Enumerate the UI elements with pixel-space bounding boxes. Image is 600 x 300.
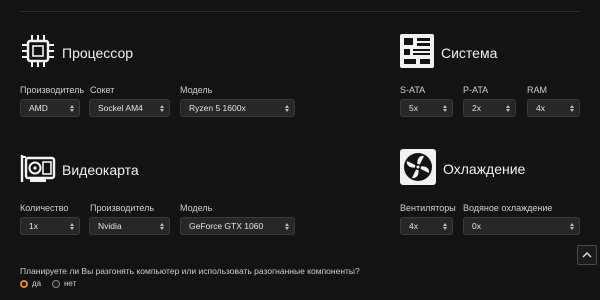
select-arrows-icon xyxy=(69,221,75,232)
cooling-fans-select[interactable]: 4x xyxy=(400,217,453,235)
select-arrows-icon xyxy=(159,221,165,232)
top-divider xyxy=(20,11,580,12)
system-ram-select[interactable]: 4x xyxy=(527,99,580,117)
system-sata-select[interactable]: 5x xyxy=(400,99,453,117)
cooling-title: Охлаждение xyxy=(443,160,526,177)
system-sata-label: S-ATA xyxy=(400,85,426,95)
system-pata-label: P-ATA xyxy=(463,85,489,95)
select-arrows-icon xyxy=(159,103,165,114)
processor-model-value: Ryzen 5 1600x xyxy=(189,103,246,113)
processor-socket-select[interactable]: Sockel AM4 xyxy=(89,99,170,117)
videocard-count-value: 1x xyxy=(29,221,38,231)
scroll-to-top-button[interactable] xyxy=(577,245,597,265)
overclock-no-option[interactable]: нет xyxy=(52,279,76,288)
processor-manufacturer-select[interactable]: AMD xyxy=(20,99,80,117)
select-arrows-icon xyxy=(442,221,448,232)
select-arrows-icon xyxy=(284,221,290,232)
cooling-section-title: Охлаждение xyxy=(399,148,525,189)
select-arrows-icon xyxy=(505,103,511,114)
processor-manufacturer-value: AMD xyxy=(29,103,48,113)
videocard-title: Видеокарта xyxy=(62,161,139,178)
videocard-section-title: Видеокарта xyxy=(20,150,139,189)
system-ram-label: RAM xyxy=(527,85,547,95)
select-arrows-icon xyxy=(569,103,575,114)
overclock-no-label: нет xyxy=(64,279,77,288)
cooling-water-select[interactable]: 0x xyxy=(463,217,580,235)
gpu-icon xyxy=(20,150,56,189)
select-arrows-icon xyxy=(284,103,290,114)
select-arrows-icon xyxy=(569,221,575,232)
processor-manufacturer-label: Производитель xyxy=(20,85,85,95)
cooling-water-label: Водяное охлаждение xyxy=(463,203,553,213)
system-title: Система xyxy=(441,44,498,61)
system-pata-value: 2x xyxy=(472,103,481,113)
videocard-count-select[interactable]: 1x xyxy=(20,217,80,235)
videocard-manufacturer-value: Nvidia xyxy=(98,221,122,231)
select-arrows-icon xyxy=(69,103,75,114)
cooling-fans-label: Вентиляторы xyxy=(400,203,456,213)
processor-model-select[interactable]: Ryzen 5 1600x xyxy=(180,99,295,117)
cpu-icon xyxy=(20,33,56,72)
videocard-manufacturer-label: Производитель xyxy=(90,203,155,213)
system-pata-select[interactable]: 2x xyxy=(463,99,516,117)
overclock-question: Планируете ли Вы разгонять компьютер или… xyxy=(20,266,360,276)
videocard-model-value: GeForce GTX 1060 xyxy=(189,221,264,231)
radio-unselected-icon[interactable] xyxy=(52,279,60,288)
videocard-model-label: Модель xyxy=(180,203,213,213)
processor-section-title: Процессор xyxy=(20,33,133,72)
radio-selected-icon[interactable] xyxy=(20,279,28,288)
videocard-count-label: Количество xyxy=(20,203,69,213)
cooling-fans-value: 4x xyxy=(409,221,418,231)
fan-icon xyxy=(399,148,437,189)
system-ram-value: 4x xyxy=(536,103,545,113)
processor-socket-value: Sockel AM4 xyxy=(98,103,143,113)
processor-model-label: Модель xyxy=(180,85,213,95)
processor-title: Процессор xyxy=(62,44,134,61)
chevron-up-icon xyxy=(582,252,592,258)
overclock-yes-option[interactable]: да xyxy=(20,279,41,288)
cooling-water-value: 0x xyxy=(472,221,481,231)
system-section-title: Система xyxy=(399,33,497,72)
system-sata-value: 5x xyxy=(409,103,418,113)
overclock-yes-label: да xyxy=(32,279,42,288)
videocard-model-select[interactable]: GeForce GTX 1060 xyxy=(180,217,295,235)
select-arrows-icon xyxy=(442,103,448,114)
processor-socket-label: Сокет xyxy=(90,85,115,95)
motherboard-icon xyxy=(399,33,435,72)
videocard-manufacturer-select[interactable]: Nvidia xyxy=(89,217,170,235)
